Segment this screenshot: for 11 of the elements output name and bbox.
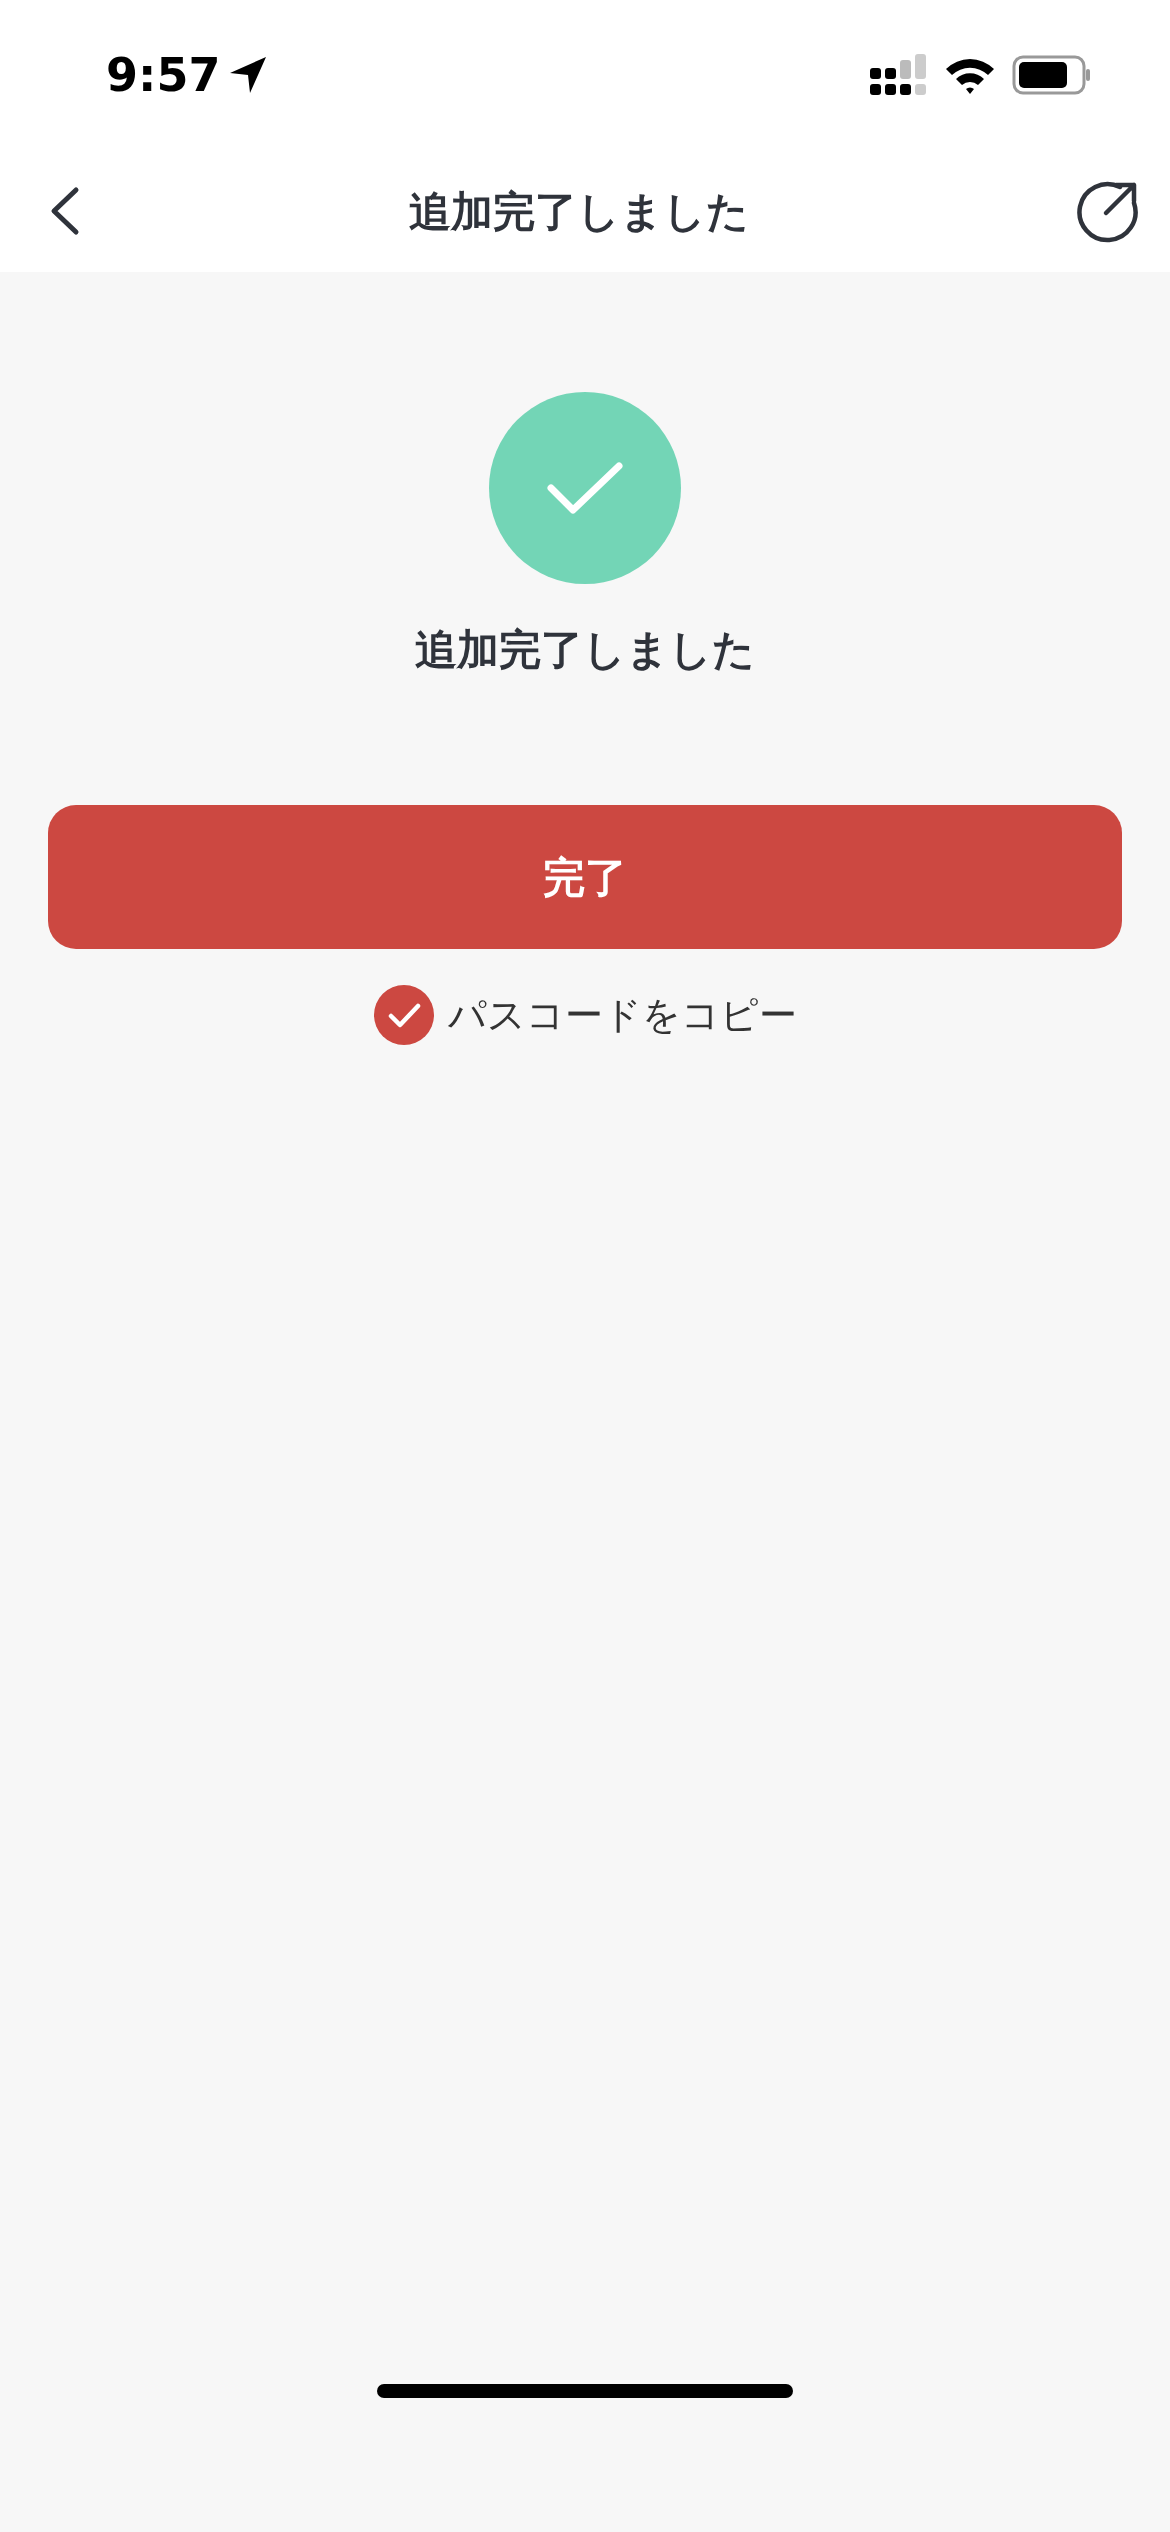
- location-arrow-icon: [228, 55, 269, 95]
- wifi-icon: [944, 56, 996, 94]
- signal-icon: [870, 54, 928, 96]
- status-time: 9:57: [106, 46, 221, 104]
- copy-passcode-checkbox[interactable]: [373, 985, 434, 1045]
- share-icon[interactable]: [1076, 179, 1140, 243]
- done-button[interactable]: 完了: [48, 805, 1122, 949]
- success-message: 追加完了しました: [415, 624, 755, 676]
- page-title: 追加完了しました: [409, 185, 749, 238]
- copy-passcode-label: パスコードをコピー: [447, 991, 797, 1039]
- battery-icon: [1012, 55, 1092, 95]
